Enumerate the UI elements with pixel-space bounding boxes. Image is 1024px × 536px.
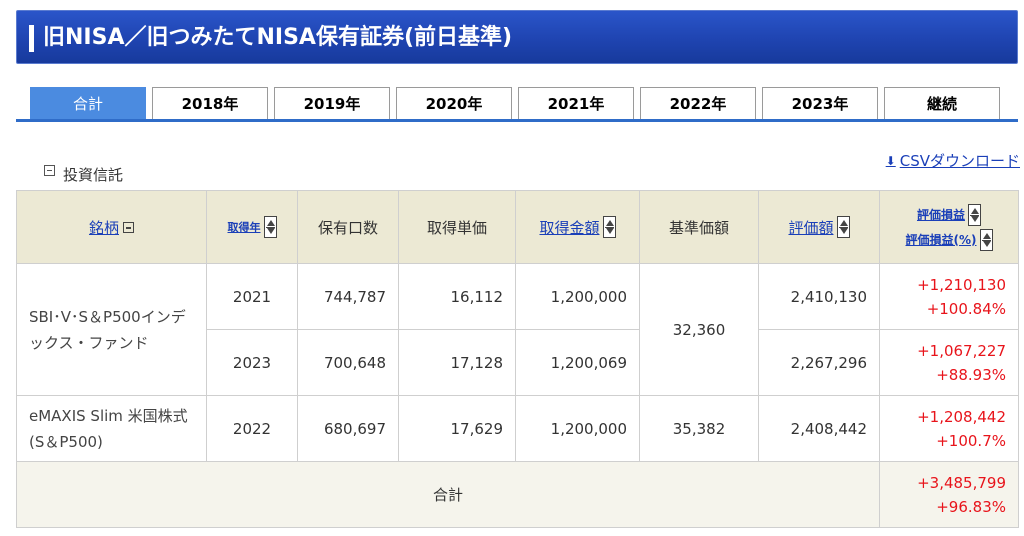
units-cell: 700,648 [297, 329, 399, 396]
year-cell: 2023 [206, 329, 298, 396]
pl-value: +1,208,442 [917, 407, 1006, 426]
sort-updown-icon[interactable] [979, 228, 993, 251]
total-profit-loss-cell: +3,485,799 +96.83% [879, 461, 1019, 528]
unit-price-cell: 17,128 [398, 329, 516, 396]
table-row: SBI･V･S＆P500インデックス・ファンド 2021 744,787 16,… [16, 263, 1019, 396]
section-heading: 投資信託 [44, 164, 123, 185]
units-cell: 744,787 [297, 263, 399, 330]
sort-updown-icon[interactable] [968, 203, 981, 226]
tab-2019[interactable]: 2019年 [274, 87, 390, 119]
tabs-baseline [16, 119, 1018, 122]
sort-by-pl-link[interactable]: 評価損益 [917, 206, 965, 223]
unit-price-cell: 16,112 [398, 263, 516, 330]
pl-value: +1,210,130 [917, 275, 1006, 294]
pl-percent: +100.7% [936, 431, 1006, 450]
fund-name: SBI･V･S＆P500インデックス・ファンド [16, 263, 207, 396]
tab-2023[interactable]: 2023年 [762, 87, 878, 119]
sort-by-year-link[interactable]: 取得年 [228, 219, 261, 235]
sort-updown-icon[interactable] [602, 216, 616, 238]
page-title-bar: 旧NISA／旧つみたてNISA保有証券(前日基準) [16, 10, 1018, 64]
sort-by-name-link[interactable]: 銘柄 [89, 217, 119, 238]
section-title: 投資信託 [63, 166, 124, 184]
profit-loss-cell: +1,067,227 +88.93% [879, 329, 1019, 396]
header-year: 取得年 [206, 190, 298, 264]
download-icon: ⬇ [885, 153, 896, 168]
valuation-cell: 2,267,296 [758, 329, 880, 396]
tab-continued[interactable]: 継続 [884, 87, 1000, 119]
pl-percent: +100.84% [926, 299, 1006, 318]
tab-2018[interactable]: 2018年 [152, 87, 268, 119]
csv-download-link[interactable]: ⬇ CSVダウンロード [886, 150, 1020, 171]
sort-by-valuation-link[interactable]: 評価額 [788, 217, 833, 238]
base-price-cell: 35,382 [639, 395, 759, 462]
year-cell: 2021 [206, 263, 298, 330]
sort-toggle-icon[interactable] [123, 221, 134, 233]
header-unit-price: 取得単価 [398, 190, 516, 264]
unit-price-cell: 17,629 [398, 395, 516, 462]
total-label: 合計 [16, 461, 880, 528]
profit-loss-cell: +1,210,130 +100.84% [879, 263, 1019, 330]
valuation-cell: 2,408,442 [758, 395, 880, 462]
sort-updown-icon[interactable] [836, 216, 850, 238]
pl-value: +1,067,227 [917, 341, 1006, 360]
units-cell: 680,697 [297, 395, 399, 462]
pl-percent: +88.93% [936, 365, 1006, 384]
profit-loss-cell: +1,208,442 +100.7% [879, 395, 1019, 462]
amount-cell: 1,200,000 [515, 263, 640, 330]
sort-by-amount-link[interactable]: 取得金額 [539, 217, 599, 238]
tab-2020[interactable]: 2020年 [396, 87, 512, 119]
valuation-cell: 2,410,130 [758, 263, 880, 330]
header-valuation: 評価額 [758, 190, 880, 264]
page-title: 旧NISA／旧つみたてNISA保有証券(前日基準) [43, 25, 513, 50]
header-amount: 取得金額 [515, 190, 640, 264]
header-units: 保有口数 [297, 190, 399, 264]
sort-by-pl-pct-link[interactable]: 評価損益(%) [906, 231, 977, 248]
tab-2021[interactable]: 2021年 [518, 87, 634, 119]
header-name: 銘柄 [16, 190, 207, 264]
amount-cell: 1,200,000 [515, 395, 640, 462]
table-row: eMAXIS Slim 米国株式(S＆P500) 2022 680,697 17… [16, 395, 1019, 462]
holdings-table: 銘柄 取得年 保有口数 取得単価 取得金額 基準価額 評価額 評価損益 評価損益… [16, 190, 1019, 528]
collapse-icon[interactable] [44, 165, 55, 176]
base-price-cell: 32,360 [639, 263, 759, 396]
year-cell: 2022 [206, 395, 298, 462]
header-profit-loss: 評価損益 評価損益(%) [879, 190, 1019, 264]
title-accent-bar [29, 25, 34, 52]
table-header-row: 銘柄 取得年 保有口数 取得単価 取得金額 基準価額 評価額 評価損益 評価損益… [16, 190, 1019, 264]
csv-download-label: CSVダウンロード [899, 152, 1020, 170]
total-pl-percent: +96.83% [936, 497, 1006, 516]
fund-name: eMAXIS Slim 米国株式(S＆P500) [16, 395, 207, 462]
year-tabs: 合計 2018年 2019年 2020年 2021年 2022年 2023年 継… [16, 84, 1018, 122]
amount-cell: 1,200,069 [515, 329, 640, 396]
header-base-price: 基準価額 [639, 190, 759, 264]
tab-2022[interactable]: 2022年 [640, 87, 756, 119]
sort-updown-icon[interactable] [263, 216, 277, 238]
total-row: 合計 +3,485,799 +96.83% [16, 461, 1019, 528]
total-pl-value: +3,485,799 [917, 473, 1006, 492]
tab-total[interactable]: 合計 [30, 87, 146, 119]
